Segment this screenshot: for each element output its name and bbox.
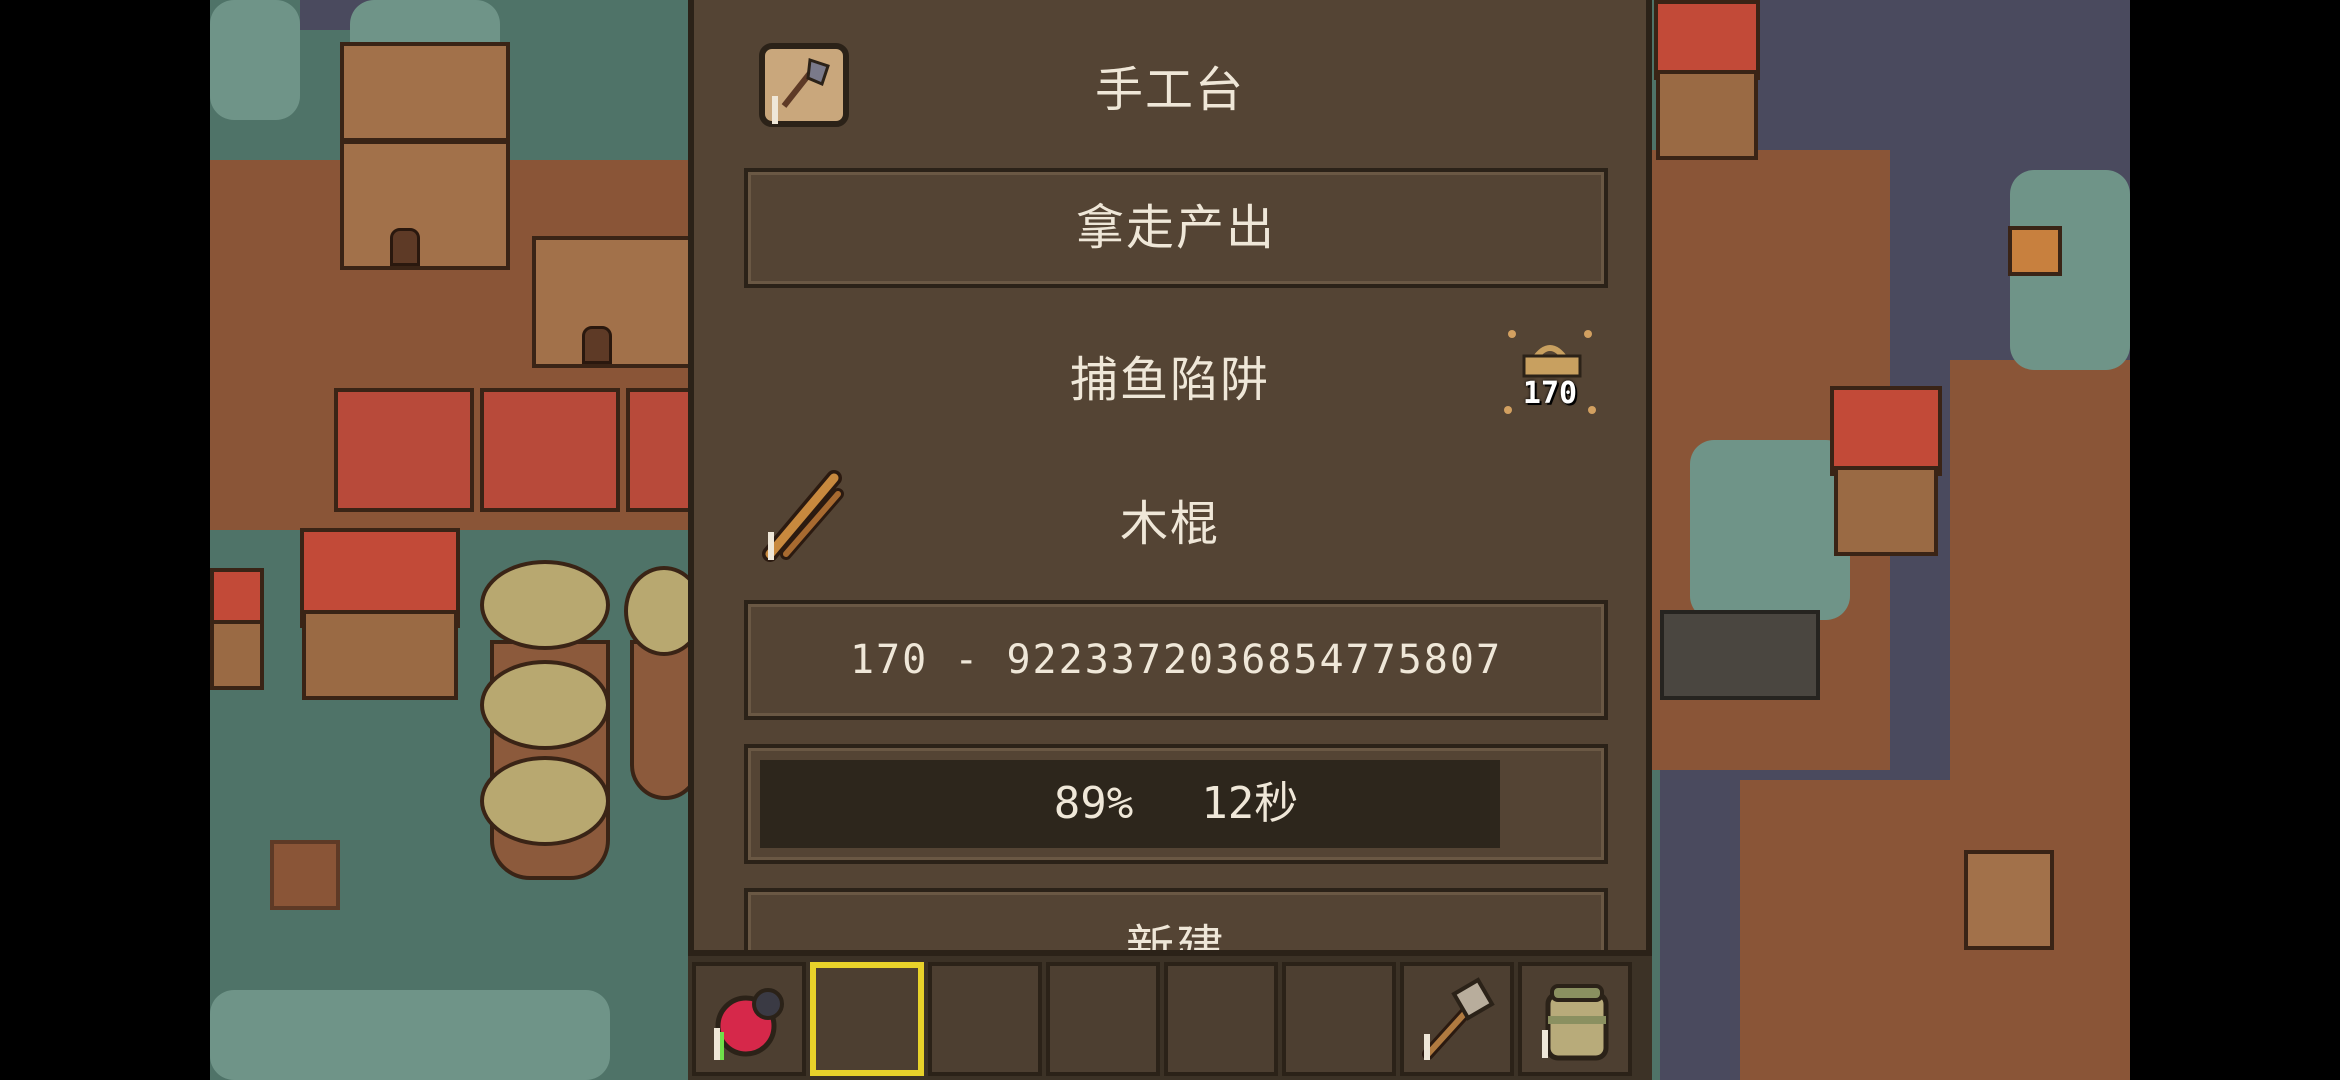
brick-stall xyxy=(480,388,620,512)
dirt-ground-right3 xyxy=(1950,360,2130,790)
dirt-patch xyxy=(270,840,340,910)
recipe-count-badge: 170 xyxy=(1522,376,1578,411)
quantity-range-field[interactable]: 170 - 9223372036854775807 xyxy=(744,600,1608,720)
thatch-roof xyxy=(480,756,610,846)
house-roof xyxy=(1654,0,1760,80)
brick-stall xyxy=(334,388,474,512)
fishing-machine xyxy=(1660,610,1820,700)
hotbar-slot-6[interactable] xyxy=(1282,962,1396,1076)
hotbar-slot-5[interactable] xyxy=(1164,962,1278,1076)
chest xyxy=(2008,226,2062,276)
hotbar-slot-4[interactable] xyxy=(1046,962,1160,1076)
adobe-building xyxy=(532,236,692,368)
red-berry-icon xyxy=(714,988,784,1060)
thatch-roof xyxy=(480,560,610,650)
shrub xyxy=(1690,440,1850,620)
panel-title: 手工台 xyxy=(1094,62,1245,118)
hotbar-slot-2-selected[interactable] xyxy=(810,962,924,1076)
building-door xyxy=(390,228,420,266)
building-door xyxy=(582,326,612,364)
crafting-panel: 手工台 拿走产出 捕鱼陷阱 170 木棍 170 - 9223372036854… xyxy=(688,0,1652,1080)
thatch-roof xyxy=(480,660,610,750)
brick-stall xyxy=(626,388,696,512)
dirt-mound xyxy=(1964,850,2054,950)
house-roof xyxy=(1830,386,1942,476)
hotbar-slot-3[interactable] xyxy=(928,962,1042,1076)
fishing-trap-icon: 170 xyxy=(1500,322,1600,422)
new-button-label: 新建 xyxy=(1125,920,1226,950)
progress-bar: 89% 12秒 xyxy=(744,744,1608,864)
hotbar-slot-7[interactable] xyxy=(1400,962,1514,1076)
house-roof xyxy=(210,568,264,628)
adobe-building xyxy=(340,140,510,270)
hotbar xyxy=(688,950,1652,1080)
house xyxy=(1834,466,1938,556)
take-output-button[interactable]: 拿走产出 xyxy=(744,168,1608,288)
house xyxy=(302,610,458,700)
dirt-ground-right2 xyxy=(1740,780,2130,1080)
quantity-range-text: 170 - 9223372036854775807 xyxy=(849,637,1503,683)
shrub xyxy=(210,990,610,1080)
progress-label: 89% 12秒 xyxy=(748,748,1604,860)
house xyxy=(210,620,264,690)
hammer-icon xyxy=(1422,977,1495,1060)
hotbar-slot-1[interactable] xyxy=(692,962,806,1076)
hotbar-slot-8[interactable] xyxy=(1518,962,1632,1076)
ingredient-name: 木棍 xyxy=(1119,496,1220,552)
house xyxy=(1656,70,1758,160)
take-output-label: 拿走产出 xyxy=(1075,200,1276,256)
crafting-panel-content: 手工台 拿走产出 捕鱼陷阱 170 木棍 170 - 9223372036854… xyxy=(694,0,1646,950)
new-button[interactable]: 新建 xyxy=(744,888,1608,950)
progress-percent: 89% xyxy=(1053,778,1134,829)
shrub xyxy=(210,0,300,120)
adobe-building xyxy=(340,42,510,142)
backpack-icon xyxy=(1542,984,1609,1061)
progress-time: 12秒 xyxy=(1201,778,1299,829)
